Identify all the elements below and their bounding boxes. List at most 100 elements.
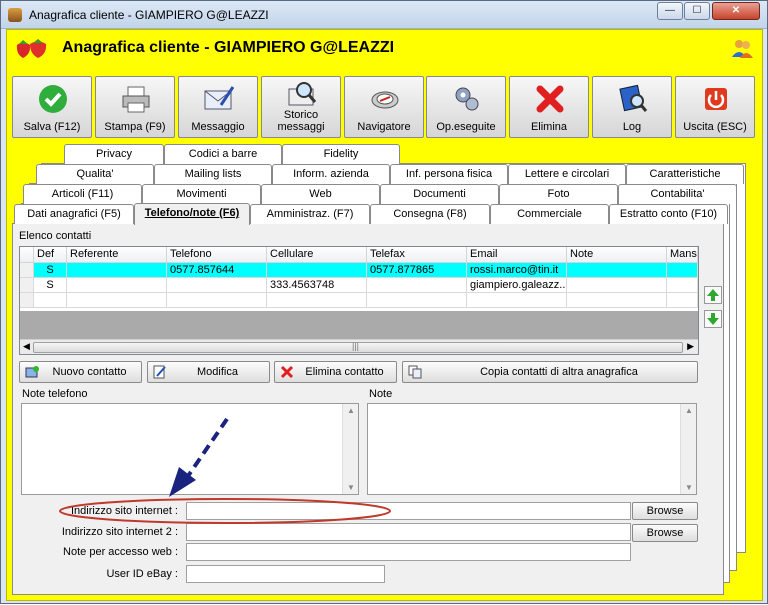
- column-header[interactable]: Email: [467, 247, 567, 263]
- column-header[interactable]: Def: [34, 247, 67, 263]
- edit-note-icon: [153, 365, 166, 379]
- vertical-scrollbar[interactable]: ▲ ▼: [680, 404, 696, 494]
- checkmark-icon: [39, 85, 67, 113]
- tab-phone-notes[interactable]: Telefono/note (F6): [134, 203, 250, 225]
- delete-contact-button[interactable]: Elimina contatto: [274, 361, 397, 383]
- horizontal-scrollbar[interactable]: ◀ ||| ▶: [20, 339, 698, 354]
- print-button[interactable]: Stampa (F9): [95, 76, 175, 138]
- tab-privacy[interactable]: Privacy: [64, 144, 164, 164]
- users-icon[interactable]: [730, 36, 754, 60]
- table-cell[interactable]: 0577.877865: [367, 263, 467, 278]
- tab-documents[interactable]: Documenti: [380, 184, 499, 204]
- message-button[interactable]: Messaggio: [178, 76, 258, 138]
- table-cell[interactable]: S: [34, 263, 67, 278]
- power-icon: [705, 88, 727, 110]
- table-cell[interactable]: [467, 293, 567, 308]
- table-cell[interactable]: [567, 278, 667, 293]
- row-indicator[interactable]: [20, 293, 34, 308]
- application-window: Anagrafica cliente - GIAMPIERO G@LEAZZI …: [0, 0, 768, 604]
- table-cell[interactable]: [367, 293, 467, 308]
- tab-characteristics[interactable]: Caratteristiche: [626, 164, 744, 184]
- tab-quality[interactable]: Qualita': [36, 164, 154, 184]
- minimize-button[interactable]: —: [657, 2, 683, 20]
- table-cell[interactable]: [67, 293, 167, 308]
- website-input[interactable]: [186, 502, 631, 520]
- tab-company-info[interactable]: Inform. azienda: [272, 164, 390, 184]
- phone-notes-textarea[interactable]: ▲ ▼: [21, 403, 359, 495]
- column-header[interactable]: Referente: [67, 247, 167, 263]
- table-cell[interactable]: [67, 278, 167, 293]
- table-cell[interactable]: rossi.marco@tin.it: [467, 263, 567, 278]
- table-cell[interactable]: 0577.857644: [167, 263, 267, 278]
- column-header[interactable]: Telefax: [367, 247, 467, 263]
- table-cell[interactable]: [567, 293, 667, 308]
- message-history-button[interactable]: Storico messaggi: [261, 76, 341, 138]
- move-up-button[interactable]: [704, 286, 722, 304]
- grid-empty-area: [20, 311, 698, 341]
- title-bar[interactable]: Anagrafica cliente - GIAMPIERO G@LEAZZI …: [1, 1, 767, 29]
- table-cell[interactable]: [267, 263, 367, 278]
- table-cell[interactable]: [367, 278, 467, 293]
- scrollbar-thumb[interactable]: |||: [33, 341, 683, 353]
- column-header[interactable]: Cellulare: [267, 247, 367, 263]
- website2-input[interactable]: [186, 523, 631, 541]
- row-indicator[interactable]: [20, 263, 34, 278]
- column-header[interactable]: Note: [567, 247, 667, 263]
- tab-person-info[interactable]: Inf. persona fisica: [390, 164, 508, 184]
- table-cell[interactable]: [667, 263, 698, 278]
- tab-administration[interactable]: Amministraz. (F7): [250, 204, 370, 224]
- grid-corner: [20, 247, 34, 263]
- maximize-button[interactable]: ☐: [684, 2, 710, 20]
- tab-master-data[interactable]: Dati anagrafici (F5): [14, 204, 134, 224]
- tab-letters[interactable]: Lettere e circolari: [508, 164, 626, 184]
- new-contact-button[interactable]: Nuovo contatto: [19, 361, 142, 383]
- table-cell[interactable]: [667, 278, 698, 293]
- close-button[interactable]: ✕: [712, 2, 760, 20]
- table-cell[interactable]: [167, 278, 267, 293]
- browse-website-button[interactable]: Browse: [632, 502, 698, 520]
- notes-textarea[interactable]: ▲ ▼: [367, 403, 697, 495]
- tab-fidelity[interactable]: Fidelity: [282, 144, 400, 164]
- browse-website2-button[interactable]: Browse: [632, 524, 698, 542]
- envelope-pen-icon: [204, 86, 235, 110]
- tab-delivery[interactable]: Consegna (F8): [370, 204, 490, 224]
- copy-contacts-button[interactable]: Copia contatti di altra anagrafica: [402, 361, 698, 383]
- gears-search-icon: [455, 87, 479, 111]
- edit-button[interactable]: Modifica: [147, 361, 270, 383]
- table-cell[interactable]: [34, 293, 67, 308]
- navigator-button[interactable]: Navigatore: [344, 76, 424, 138]
- table-cell[interactable]: [567, 263, 667, 278]
- table-cell[interactable]: [667, 293, 698, 308]
- phone-notes-label: Note telefono: [22, 388, 88, 400]
- delete-button[interactable]: Elimina: [509, 76, 589, 138]
- tab-web[interactable]: Web: [261, 184, 380, 204]
- tab-barcodes[interactable]: Codici a barre: [164, 144, 282, 164]
- vertical-scrollbar[interactable]: ▲ ▼: [342, 404, 358, 494]
- tab-account-statement[interactable]: Estratto conto (F10): [609, 204, 728, 224]
- scroll-left-icon[interactable]: ◀: [23, 341, 30, 352]
- table-cell[interactable]: [267, 293, 367, 308]
- tab-accounting[interactable]: Contabilita': [618, 184, 737, 204]
- column-header[interactable]: Mans: [667, 247, 698, 263]
- operations-done-button[interactable]: Op.eseguite: [426, 76, 506, 138]
- move-down-button[interactable]: [704, 310, 722, 328]
- tab-mailing-lists[interactable]: Mailing lists: [154, 164, 272, 184]
- table-cell[interactable]: 333.4563748: [267, 278, 367, 293]
- contacts-grid[interactable]: Def Referente Telefono Cellulare Telefax…: [19, 246, 699, 355]
- table-cell[interactable]: [167, 293, 267, 308]
- tab-commercial[interactable]: Commerciale: [490, 204, 609, 224]
- table-cell[interactable]: [67, 263, 167, 278]
- tab-articles[interactable]: Articoli (F11): [23, 184, 142, 204]
- column-header[interactable]: Telefono: [167, 247, 267, 263]
- row-indicator[interactable]: [20, 278, 34, 293]
- scroll-right-icon[interactable]: ▶: [687, 341, 694, 352]
- table-cell[interactable]: giampiero.galeazz...: [467, 278, 567, 293]
- tab-movements[interactable]: Movimenti: [142, 184, 261, 204]
- table-cell[interactable]: S: [34, 278, 67, 293]
- ebay-id-input[interactable]: [186, 565, 385, 583]
- exit-button[interactable]: Uscita (ESC): [675, 76, 755, 138]
- save-button[interactable]: Salva (F12): [12, 76, 92, 138]
- web-access-notes-input[interactable]: [186, 543, 631, 561]
- tab-photo[interactable]: Foto: [499, 184, 618, 204]
- log-button[interactable]: Log: [592, 76, 672, 138]
